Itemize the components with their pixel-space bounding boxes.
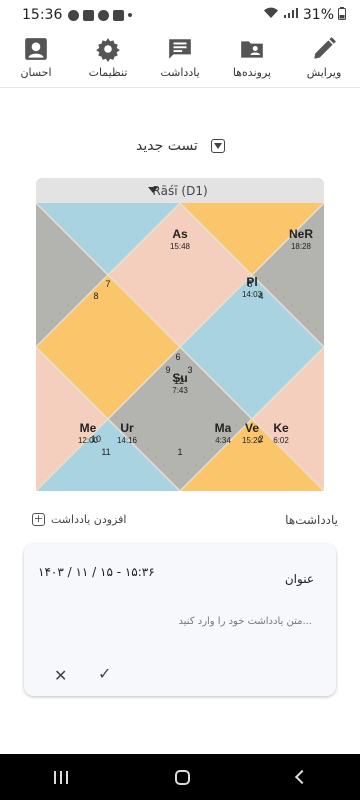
house-number-6: 6 — [175, 352, 180, 362]
note-date: ۱۴۰۳ / ۱۱ / ۱۵ - ۱۵:۳۶ — [38, 565, 155, 579]
planet-degree: 6:02 — [273, 436, 289, 445]
planet-name: Ma — [215, 421, 232, 435]
save-button[interactable]: ✓ — [98, 664, 111, 683]
profile-button[interactable]: احسان — [0, 30, 72, 79]
planet-degree: 14:03 — [242, 290, 263, 299]
chart-grid: 123456789101112Ra6:02Mo7:58JuR19:08SaR27… — [36, 203, 324, 491]
toolbar-label: پرونده‌ها — [232, 66, 272, 79]
add-note-button[interactable]: + افزودن یادداشت — [32, 513, 126, 526]
toolbar-label: ویرایش — [306, 66, 342, 79]
signal-icon — [283, 7, 299, 23]
status-time: 15:36 — [22, 7, 63, 23]
chart-type-label: Rāśī (D1) — [152, 183, 208, 198]
note-card: ۱۴۰۳ / ۱۱ / ۱۵ - ۱۵:۳۶ عنوان متن یادداشت… — [24, 544, 336, 696]
planet-degree: 12:00 — [78, 436, 99, 445]
planet-name: Pl — [246, 275, 257, 289]
birth-chart: Rāśī (D1) 123456789101112Ra6:02Mo7:58JuR… — [36, 178, 324, 491]
planet-name: Ur — [120, 421, 134, 435]
system-nav-bar — [0, 754, 360, 800]
add-note-label: افزودن یادداشت — [51, 513, 127, 526]
close-icon: ✕ — [54, 666, 68, 685]
instagram-icon — [83, 9, 95, 21]
chart-title: تست جدید — [136, 138, 198, 154]
back-button[interactable] — [294, 769, 309, 785]
house-number-8: 8 — [93, 291, 98, 301]
planet-degree: 7:43 — [172, 386, 188, 395]
planet-degree: 4:34 — [215, 436, 231, 445]
files-button[interactable]: پرونده‌ها — [216, 30, 288, 79]
planet-name: Ke — [273, 421, 289, 435]
plus-icon: + — [32, 512, 45, 526]
pencil-icon — [314, 37, 336, 59]
recent-apps-button[interactable] — [53, 770, 68, 784]
house-number-9: 9 — [165, 365, 170, 375]
toolbar-label: یادداشت — [160, 66, 200, 79]
planet-name: NeR — [289, 227, 313, 241]
house-number-1: 1 — [177, 447, 182, 457]
battery-level: 31% — [302, 7, 334, 23]
top-toolbar: احسان تنظیمات یادداشت پرونده‌ها ویرایش — [0, 30, 360, 88]
facebook-icon — [98, 9, 110, 21]
notes-button[interactable]: یادداشت — [144, 30, 216, 79]
house-number-11: 11 — [101, 447, 110, 457]
planet-name: As — [172, 227, 188, 241]
chart-selector[interactable]: Rāśī (D1) — [36, 178, 324, 203]
instagram-icon — [113, 9, 125, 21]
planet-name: Ve — [245, 421, 259, 435]
planet-degree: 18:28 — [291, 242, 312, 251]
dropdown-caret-icon — [148, 187, 158, 193]
check-icon: ✓ — [98, 664, 112, 683]
toolbar-label: تنظیمات — [88, 66, 128, 79]
home-button[interactable] — [174, 769, 190, 785]
status-bar: 15:36 31% — [0, 0, 360, 30]
planet-degree: 15:20 — [242, 436, 263, 445]
planet-name: Su — [172, 371, 187, 385]
profile-icon — [25, 38, 47, 60]
battery-icon — [338, 6, 346, 24]
house-number-7: 7 — [105, 279, 110, 289]
messenger-icon — [68, 9, 80, 21]
notification-icons — [68, 9, 125, 21]
wifi-icon — [263, 7, 279, 23]
expand-icon[interactable] — [211, 139, 225, 153]
planet-name: Me — [80, 421, 97, 435]
note-icon — [169, 39, 191, 59]
cancel-button[interactable]: ✕ — [54, 666, 67, 685]
gear-icon — [96, 38, 120, 62]
notes-title: یادداشت‌ها — [285, 513, 338, 527]
settings-button[interactable]: تنظیمات — [72, 30, 144, 79]
notes-header: + افزودن یادداشت یادداشت‌ها — [32, 513, 338, 531]
planet-degree: 14:16 — [117, 436, 138, 445]
house-number-3: 3 — [187, 365, 192, 375]
note-body-field[interactable]: متن یادداشت خود را وارد کنید... — [179, 616, 312, 627]
folder-icon — [241, 41, 263, 58]
more-notifications-icon — [128, 13, 133, 17]
planet-degree: 15:48 — [170, 242, 191, 251]
edit-button[interactable]: ویرایش — [288, 30, 360, 79]
toolbar-label: احسان — [20, 66, 52, 79]
note-title-field[interactable]: عنوان — [285, 572, 314, 586]
